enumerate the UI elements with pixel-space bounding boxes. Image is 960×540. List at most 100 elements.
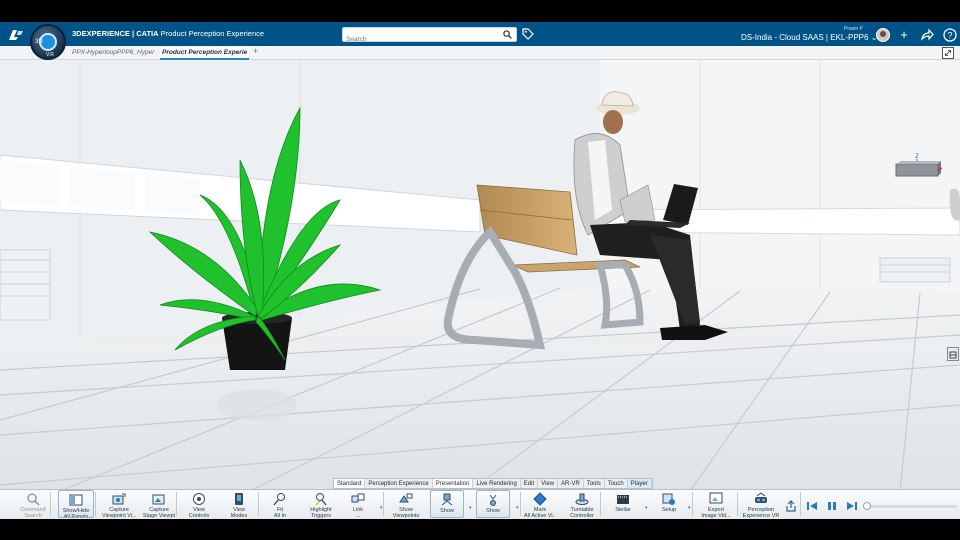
timeline-slider[interactable]: [865, 505, 957, 508]
dropdown-caret-icon[interactable]: ▾: [380, 505, 383, 511]
section-tab-tools[interactable]: Tools: [584, 479, 605, 488]
command-label: Stellar: [615, 507, 631, 513]
search-input[interactable]: [343, 33, 493, 46]
search-icon: [27, 493, 40, 506]
side-panel-handle[interactable]: [947, 347, 959, 361]
section-tab-presentation[interactable]: Presentation: [432, 479, 474, 488]
setup-icon: [662, 493, 675, 505]
dropdown-caret-icon[interactable]: ▾: [688, 505, 691, 511]
command-label: Setup: [661, 507, 677, 513]
search-button[interactable]: Command Search: [18, 490, 48, 518]
divider: [258, 492, 259, 516]
dropdown-caret-icon[interactable]: ▾: [645, 505, 648, 511]
divider: [692, 492, 693, 516]
view-controls-button[interactable]: View Controls: [184, 490, 214, 518]
command-label: Modes: [230, 513, 248, 518]
setup-button[interactable]: Setup: [654, 490, 684, 518]
compass-widget[interactable]: 3D V.R: [30, 24, 66, 60]
export-icon: [709, 492, 723, 504]
rewind-icon[interactable]: [806, 500, 818, 512]
user-name: Pravin P: [844, 26, 863, 32]
mark-icon: [533, 492, 547, 506]
export-button[interactable]: Export Image Vid...: [700, 490, 732, 518]
capture-stage-button[interactable]: Capture Stage Viewpt: [142, 490, 176, 518]
app-title-name: Product Perception Experience: [160, 29, 265, 38]
command-label: ...: [490, 514, 496, 518]
pause-icon[interactable]: [826, 500, 838, 512]
expand-panel-icon: [949, 351, 957, 359]
view-cube[interactable]: Z: [893, 150, 943, 180]
panels-icon: [69, 494, 83, 506]
section-tab-ar-vr[interactable]: AR-VR: [558, 479, 584, 488]
mark-button[interactable]: Mark All Active Vi...: [524, 490, 556, 518]
viewpoints-button[interactable]: Show Viewpoints: [391, 490, 421, 518]
fullscreen-icon[interactable]: [942, 47, 954, 59]
link-button[interactable]: Link...: [345, 490, 371, 518]
section-tab-player[interactable]: Player: [627, 479, 652, 488]
ds-logo[interactable]: [6, 26, 26, 44]
divider: [600, 492, 601, 516]
command-label: ...: [355, 513, 361, 518]
stellar-icon: [617, 495, 629, 504]
bottom-letterbox: [0, 519, 960, 540]
command-label: Triggers: [311, 513, 331, 518]
vr-icon: [755, 492, 767, 503]
forward-icon[interactable]: [846, 500, 858, 512]
add-icon[interactable]: +: [897, 28, 911, 42]
dropdown-caret-icon[interactable]: ▾: [469, 505, 472, 511]
divider: [95, 492, 96, 516]
search-icon[interactable]: [503, 30, 512, 39]
compass-version: V.R: [46, 52, 54, 58]
command-label: Image Vid...: [701, 513, 731, 518]
avatar[interactable]: [876, 28, 890, 42]
app-title: 3DEXPERIENCE | CATIA Product Perception …: [72, 29, 264, 38]
tenant-selector[interactable]: DS-India - Cloud SAAS | EKL-PPP6 ⌄: [741, 33, 877, 42]
section-tab-perception-experience[interactable]: Perception Experience: [365, 479, 433, 488]
panels-button[interactable]: Show/Hide All Panels: [58, 490, 94, 518]
ds-brand-icon: [9, 30, 23, 40]
show-button[interactable]: Show: [430, 490, 464, 518]
view-modes-icon: [235, 493, 243, 505]
command-label: All Panels: [63, 514, 89, 518]
stellar-button[interactable]: Stellar: [608, 490, 638, 518]
section-tab-live-rendering[interactable]: Live Rendering: [473, 479, 521, 488]
timeline-slider-thumb[interactable]: [863, 502, 871, 510]
dropdown-caret-icon[interactable]: ▾: [516, 505, 519, 511]
section-tab-touch[interactable]: Touch: [605, 479, 628, 488]
tab-product-perception[interactable]: Product Perception Experie: [160, 47, 249, 60]
scene-render: [0, 60, 960, 491]
command-label: Viewpoint Vi...: [102, 513, 136, 518]
command-label: Search: [24, 513, 42, 518]
command-label: Show: [440, 508, 454, 514]
capture-stage-icon: [152, 494, 165, 505]
fit-all-button[interactable]: Fit All In: [267, 490, 293, 518]
command-label: Controls: [188, 513, 210, 518]
search-box[interactable]: [342, 27, 517, 46]
help-icon[interactable]: ?: [943, 28, 957, 42]
view-controls-icon: [193, 493, 205, 505]
section-tab-standard[interactable]: Standard: [334, 479, 366, 488]
turntable-button[interactable]: Turntable Controller: [564, 490, 600, 518]
capture-viewpoint-button[interactable]: Capture Viewpoint Vi...: [102, 490, 136, 518]
divider: [520, 492, 521, 516]
command-label: All In: [273, 513, 287, 518]
tab-ppx-hyperloop[interactable]: PPX-HyperloopPPP6_Hyper: [72, 47, 158, 60]
tag-icon[interactable]: [522, 28, 534, 40]
view-modes-button[interactable]: View Modes: [224, 490, 254, 518]
divider: [176, 492, 177, 516]
compass-label: 3D: [35, 39, 43, 45]
section-tab-edit[interactable]: Edit: [521, 479, 539, 488]
new-tab-icon[interactable]: +: [253, 46, 258, 56]
section-tabs: Standard Perception Experience Presentatio…: [333, 478, 653, 489]
divider: [800, 492, 801, 516]
highlight-button[interactable]: Highlight Triggers: [305, 490, 337, 518]
export-share-icon[interactable]: [785, 500, 797, 512]
top-letterbox: [0, 0, 960, 22]
share-icon[interactable]: [920, 28, 934, 42]
vr-button[interactable]: Perception Experience VR: [742, 490, 780, 518]
show-alt-button[interactable]: Show...: [476, 490, 510, 518]
3d-viewport[interactable]: Z: [0, 60, 960, 491]
section-tab-view[interactable]: View: [538, 479, 559, 488]
show-icon: [441, 493, 453, 506]
view-cube-icon: Z: [895, 154, 943, 177]
